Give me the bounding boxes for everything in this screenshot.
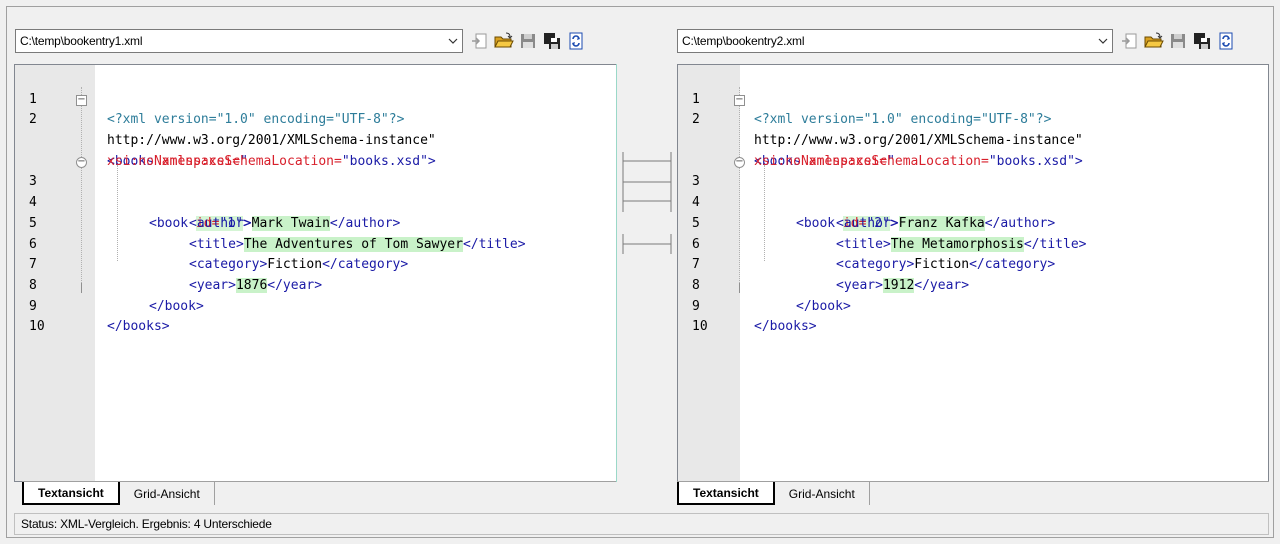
code-line: 1 <?xml version="1.0" encoding="UTF-8"?> [15, 69, 621, 128]
load-icon[interactable] [1119, 30, 1140, 52]
left-text-editor[interactable]: 1 <?xml version="1.0" encoding="UTF-8"?>… [14, 64, 622, 482]
diff-link [622, 152, 672, 170]
open-folder-icon[interactable] [1143, 30, 1164, 52]
collapse-icon[interactable]: − [734, 156, 745, 168]
diff-connector-lines [622, 152, 672, 254]
code-line: 6 <category>Fiction</category> [678, 214, 1268, 273]
tag: </books> [107, 319, 170, 335]
code-line: 6 <category>Fiction</category> [15, 214, 621, 273]
left-toolbar: C:\temp\bookentry1.xml [15, 27, 586, 55]
code-line: 3 − <book id="1"> [15, 152, 621, 231]
code-line: 8 </book> [678, 255, 1268, 314]
tag: </books> [754, 319, 817, 335]
code-line: http://www.w3.org/2001/XMLSchema-instanc… [15, 110, 621, 148]
code-line: 10 [678, 297, 1268, 334]
load-icon[interactable] [469, 30, 490, 52]
right-view-tabs: Textansicht Grid-Ansicht [677, 481, 1269, 505]
code-line: xsi:noNamespaceSchemaLocation="books.xsd… [15, 131, 621, 169]
collapse-icon[interactable]: − [734, 94, 745, 106]
code-line: 5 <title>The Metamorphosis</title> [678, 193, 1268, 252]
diff-link [622, 234, 672, 254]
diff-link [622, 170, 672, 212]
right-code: 1 <?xml version="1.0" encoding="UTF-8"?>… [678, 69, 1268, 335]
left-file-actions [469, 30, 586, 52]
code-line: 3 − <book id="2"> [678, 152, 1268, 231]
code-line: 1 <?xml version="1.0" encoding="UTF-8"?> [678, 69, 1268, 128]
compare-window: C:\temp\bookentry1.xml 1 <?xml version="… [6, 6, 1274, 538]
code-line: http://www.w3.org/2001/XMLSchema-instanc… [678, 110, 1268, 148]
tab-textansicht[interactable]: Textansicht [677, 482, 775, 505]
status-text: Status: XML-Vergleich. Ergebnis: 4 Unter… [21, 517, 272, 531]
save-as-icon[interactable] [541, 30, 562, 52]
left-file-path: C:\temp\bookentry1.xml [20, 34, 143, 48]
left-file-path-select[interactable]: C:\temp\bookentry1.xml [15, 29, 463, 53]
collapse-icon[interactable]: − [76, 156, 87, 168]
save-as-icon[interactable] [1191, 30, 1212, 52]
code-line: 4 <author>Franz Kafka</author> [678, 172, 1268, 231]
right-file-actions [1119, 30, 1236, 52]
code-line: 7 <year>1876</year> [15, 235, 621, 293]
code-line: 9 </books> [15, 276, 621, 335]
diff-connector [616, 64, 678, 482]
right-file-path: C:\temp\bookentry2.xml [682, 34, 805, 48]
code-line: 2 − <books xmlns:xsi=" [15, 90, 621, 169]
code-line: 2 − <books xmlns:xsi=" [678, 90, 1268, 169]
refresh-icon[interactable] [1215, 30, 1236, 52]
left-view-tabs: Textansicht Grid-Ansicht [22, 481, 622, 505]
left-code: 1 <?xml version="1.0" encoding="UTF-8"?>… [15, 69, 621, 335]
save-icon[interactable] [517, 30, 538, 52]
right-toolbar: C:\temp\bookentry2.xml [677, 27, 1236, 55]
tab-grid-ansicht[interactable]: Grid-Ansicht [119, 482, 215, 505]
save-icon[interactable] [1167, 30, 1188, 52]
tab-textansicht[interactable]: Textansicht [22, 482, 120, 505]
code-line: xsi:noNamespaceSchemaLocation="books.xsd… [678, 131, 1268, 169]
code-line: 7 <year>1912</year> [678, 235, 1268, 293]
code-line: 8 </book> [15, 255, 621, 314]
collapse-icon[interactable]: − [76, 94, 87, 106]
open-folder-icon[interactable] [493, 30, 514, 52]
right-file-path-select[interactable]: C:\temp\bookentry2.xml [677, 29, 1113, 53]
status-bar: Status: XML-Vergleich. Ergebnis: 4 Unter… [14, 513, 1269, 535]
chevron-down-icon[interactable] [1094, 38, 1112, 44]
right-text-editor[interactable]: 1 <?xml version="1.0" encoding="UTF-8"?>… [677, 64, 1269, 482]
line-number: 10 [29, 319, 45, 335]
line-number: 10 [692, 319, 708, 335]
code-line: 4 <author>Mark Twain</author> [15, 172, 621, 231]
refresh-icon[interactable] [565, 30, 586, 52]
chevron-down-icon[interactable] [444, 38, 462, 44]
code-line: 10 [15, 297, 621, 334]
code-line: 5 <title>The Adventures of Tom Sawyer</t… [15, 193, 621, 252]
tab-grid-ansicht[interactable]: Grid-Ansicht [774, 482, 870, 505]
code-line: 9 </books> [678, 276, 1268, 335]
